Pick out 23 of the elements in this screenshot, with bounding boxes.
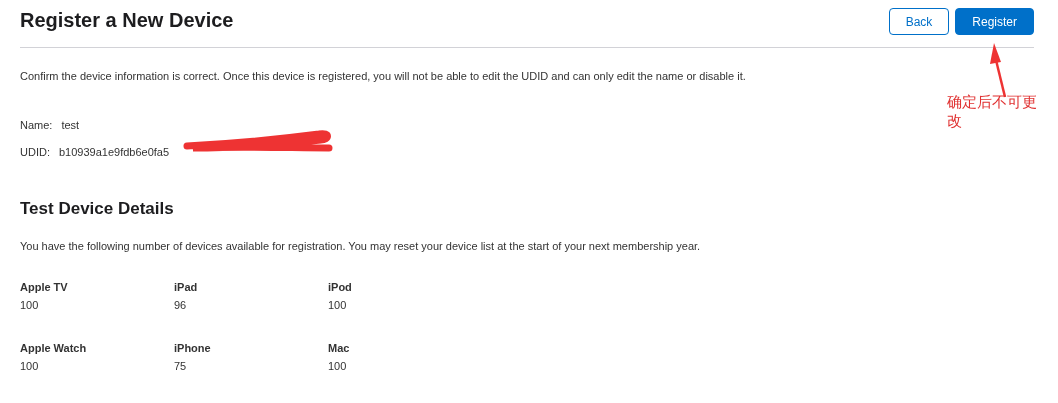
field-value: b10939a1e9fdb6e0fa5 [58,145,170,160]
device-name: iPod [328,279,353,295]
device-name: Apple Watch [20,340,88,356]
device-count: 100 [328,359,348,374]
device-name: iPad [174,279,199,295]
register-button[interactable]: Register [955,8,1034,35]
field-label: Name: [20,117,53,133]
device-count: 100 [328,298,348,313]
device-count: 75 [174,359,188,374]
device-count: 100 [20,359,40,374]
intro-text: Confirm the device information is correct. Once this device is registered, you will not be able to edit the UDID and can only edit the name or disable it. [20,69,747,84]
section-heading: Test Device Details [20,197,175,220]
device-count: 96 [174,298,188,313]
description-text: You have the following number of devices available for registration. You may reset your device list at the start of your next membership year. [20,239,702,254]
field-value: test [61,117,80,133]
back-button[interactable]: Back [888,8,950,35]
device-name: Mac [328,340,351,356]
device-name: iPhone [174,340,212,356]
page-title: Register a New Device [20,7,234,33]
annotation-text: 确定后不可更改 [947,92,1038,130]
field-label: UDID: [20,145,50,160]
device-count: 100 [20,298,40,313]
device-name: Apple TV [20,279,69,295]
